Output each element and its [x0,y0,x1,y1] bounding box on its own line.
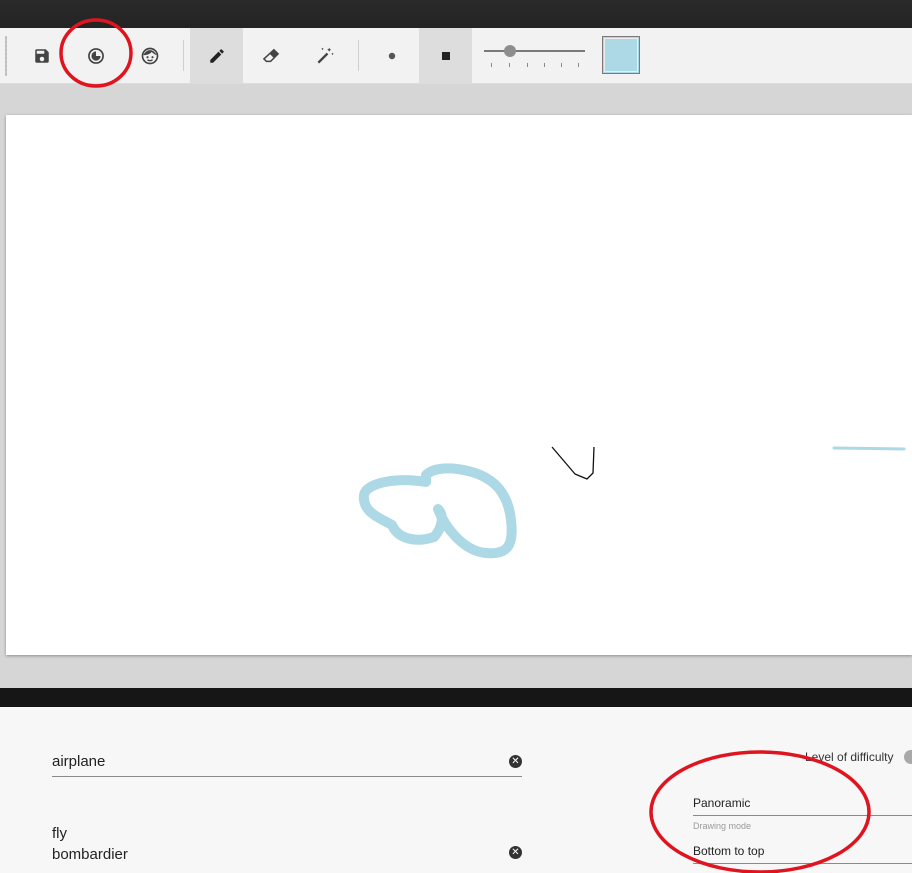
round-brush-button[interactable] [365,28,418,83]
toolbar-separator [183,40,184,71]
keyword-line: bombardier [52,846,128,863]
round-brush-icon [388,52,395,59]
slider-thumb[interactable] [504,45,516,57]
slider-tick [544,63,545,67]
eraser-icon [262,48,279,62]
blue-stroke [358,463,517,559]
difficulty-toggle[interactable] [904,750,912,764]
eraser-tool-button[interactable] [244,28,297,83]
clear-icon[interactable]: ✕ [509,755,522,768]
face-icon [141,47,158,64]
slider-tick [527,63,528,67]
keywords-input[interactable]: fly bombardier ✕ [52,824,522,864]
clear-icon[interactable]: ✕ [509,846,522,859]
save-icon [34,48,49,63]
slider-tick [561,63,562,67]
magic-wand-icon [317,47,334,63]
slider-tick [509,63,510,67]
history-icon [87,47,104,64]
pencil-icon [209,48,224,63]
settings-form: airplane ✕ fly bombardier ✕ Level of dif… [0,707,912,873]
brush-size-slider[interactable] [484,42,586,68]
label-input-value[interactable]: airplane [52,752,522,771]
pencil-tool-button[interactable] [190,28,243,83]
toolbar [0,28,912,84]
difficulty-label: Level of difficulty [805,750,894,764]
view-select-value[interactable]: Panoramic [693,795,912,811]
drawing-mode-value[interactable]: Bottom to top [693,843,912,859]
slider-tick [578,63,579,67]
color-swatch[interactable] [602,36,640,74]
drawing-app [0,28,912,688]
face-button[interactable] [123,28,176,83]
label-input[interactable]: airplane ✕ [52,752,522,777]
drawing-canvas[interactable] [6,115,912,655]
square-brush-icon [441,51,450,60]
canvas-strokes [358,446,906,559]
toolbar-separator [358,40,359,71]
toolbar-grip[interactable] [5,36,7,76]
save-button[interactable] [15,28,68,83]
black-stroke [551,446,595,480]
drawing-mode-helper: Drawing mode [693,821,752,831]
keyword-line: fly [52,825,67,842]
slider-tick [491,63,492,67]
slider-track [484,50,585,52]
drawing-mode-select[interactable]: Bottom to top [693,843,912,864]
history-button[interactable] [69,28,122,83]
magic-wand-tool-button[interactable] [298,28,351,83]
view-select[interactable]: Panoramic [693,795,912,816]
blue-stroke [832,446,906,451]
square-brush-button[interactable] [419,28,472,83]
